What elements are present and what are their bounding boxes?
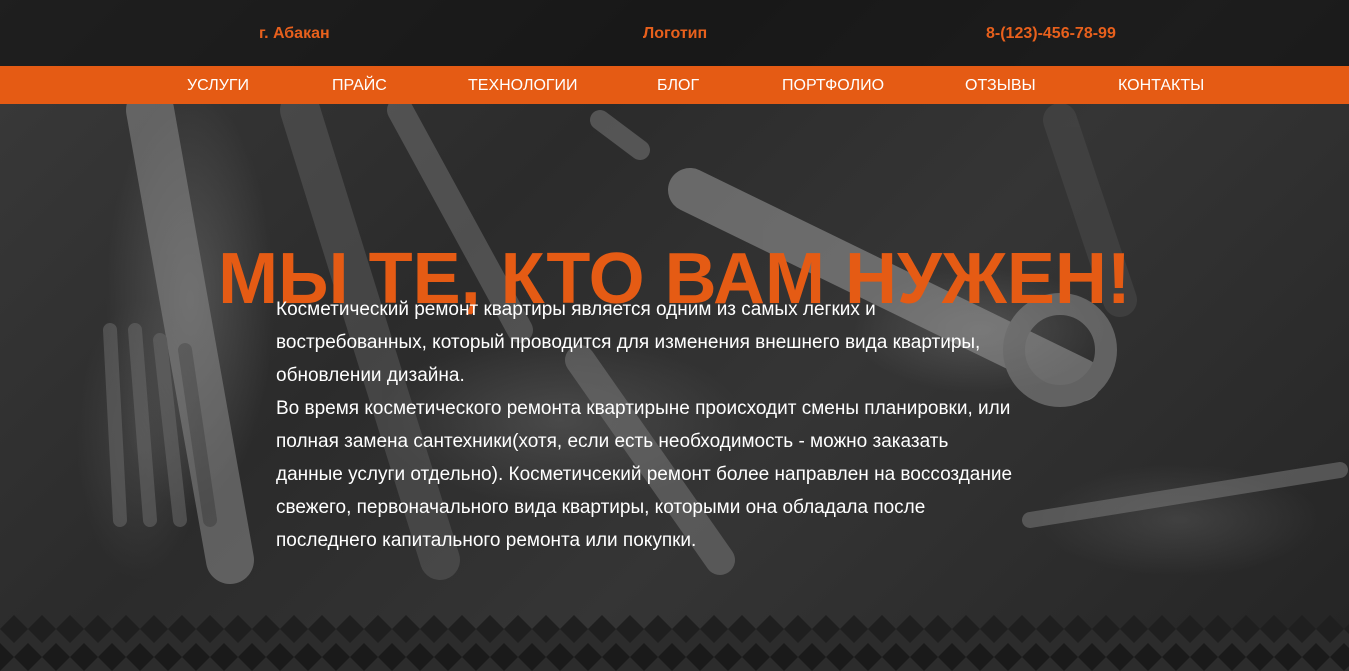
phone-link[interactable]: 8-(123)-456-78-99 <box>986 25 1116 43</box>
nav-item-blog[interactable]: БЛОГ <box>657 77 699 95</box>
nav-item-services[interactable]: УСЛУГИ <box>187 77 249 95</box>
nav-item-portfolio[interactable]: ПОРТФОЛИО <box>782 77 884 95</box>
hero-text-line: последнего капитального ремонта или поку… <box>276 530 697 551</box>
hero-text-line: Во время косметического ремонта квартиры… <box>276 398 1011 419</box>
hero-text-line: востребованных, который проводится для и… <box>276 332 981 353</box>
main-nav: УСЛУГИ ПРАЙС ТЕХНОЛОГИИ БЛОГ ПОРТФОЛИО О… <box>0 66 1349 104</box>
nav-item-technologies[interactable]: ТЕХНОЛОГИИ <box>468 77 578 95</box>
nav-item-contacts[interactable]: КОНТАКТЫ <box>1118 77 1204 95</box>
diamond-border-decoration <box>0 615 1349 671</box>
nav-item-price[interactable]: ПРАЙС <box>332 77 387 95</box>
top-bar: г. Абакан Логотип 8-(123)-456-78-99 <box>0 0 1349 66</box>
nav-item-reviews[interactable]: ОТЗЫВЫ <box>965 77 1036 95</box>
hero-text-line: обновлении дизайна. <box>276 365 465 386</box>
logo[interactable]: Логотип <box>643 25 707 43</box>
hero-text-line: Косметический ремонт квартиры является о… <box>276 299 876 320</box>
hero-description: Косметический ремонт квартиры является о… <box>276 293 1086 557</box>
hero-text-line: данные услуги отдельно). Косметичсекий р… <box>276 464 1013 485</box>
hero-text-line: свежего, первоначального вида квартиры, … <box>276 497 926 518</box>
hero-text-line: полная замена сантехники(хотя, если есть… <box>276 431 949 452</box>
city-label: г. Абакан <box>259 25 330 42</box>
